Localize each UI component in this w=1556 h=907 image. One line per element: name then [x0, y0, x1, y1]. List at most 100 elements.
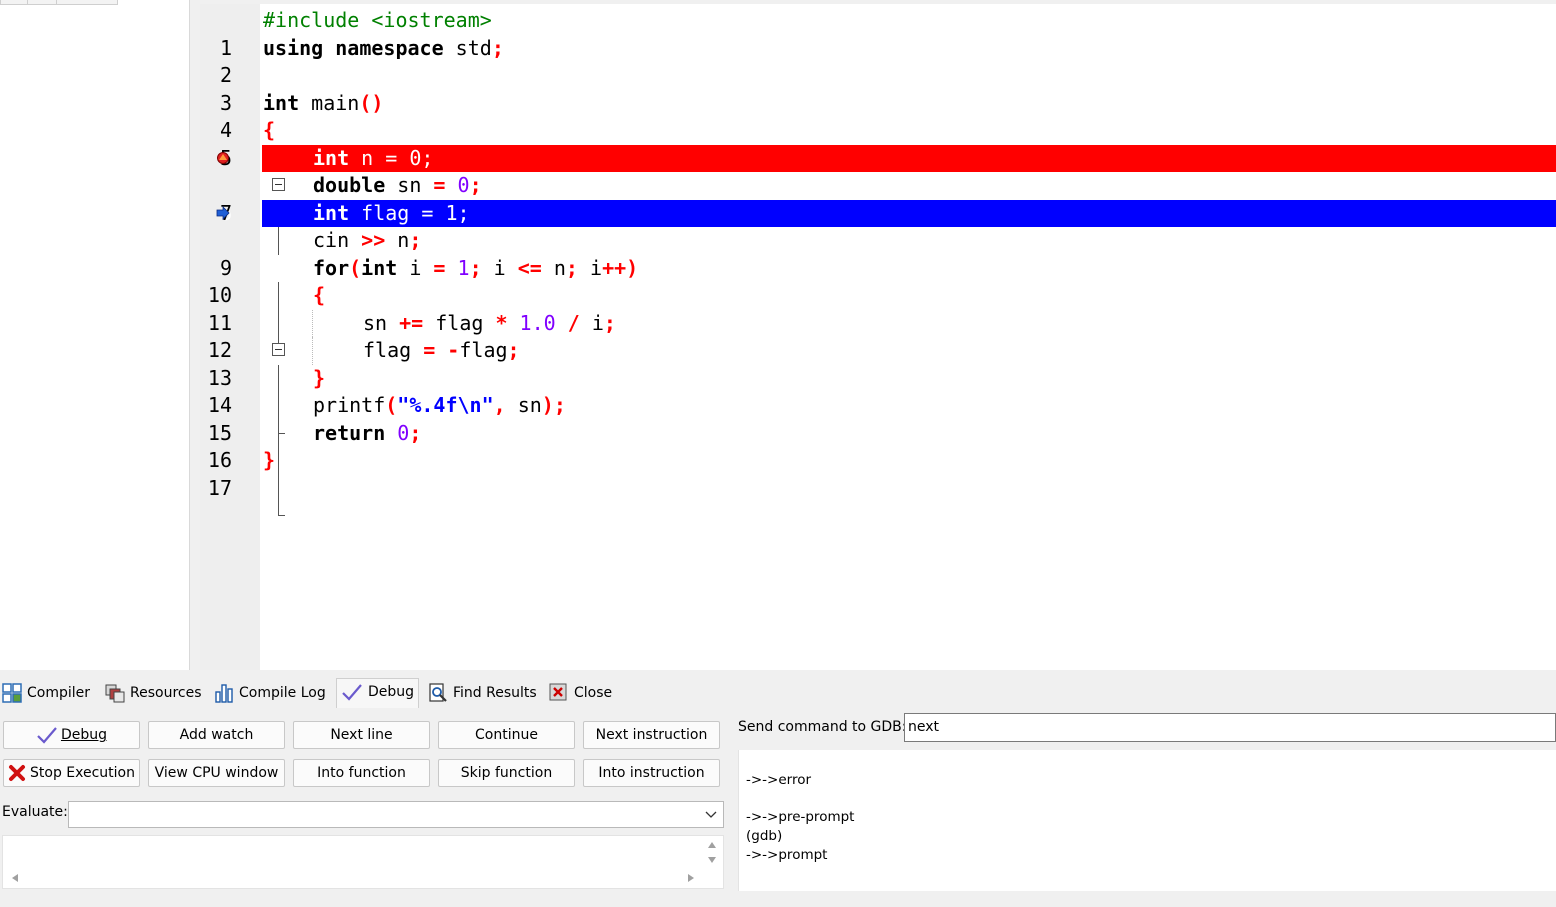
skip-function-button[interactable]: Skip function [438, 759, 575, 787]
operator: ++ [602, 255, 627, 280]
code-line-11[interactable]: 11 { [200, 282, 1556, 356]
code-line-15[interactable]: 15 printf("%.4f\n", sn); [200, 392, 1556, 475]
tab-compile-log[interactable]: Compile Log [214, 680, 326, 706]
line-code: double sn = 0; [313, 172, 482, 200]
checkmark-icon [342, 684, 362, 701]
tab-close[interactable]: Close [549, 680, 612, 706]
status-bar [0, 891, 1556, 907]
operator: * [495, 310, 508, 335]
code-line-14[interactable]: 14 } [200, 365, 1556, 447]
left-tab-1[interactable] [0, 0, 28, 5]
number: 0 [385, 420, 410, 445]
tab-label: Resources [130, 685, 202, 701]
button-label: Into function [317, 765, 406, 781]
code-line-1[interactable]: 1 #include <iostream> [200, 7, 1556, 60]
stop-execution-button[interactable]: Stop Execution [3, 759, 140, 787]
button-label: Stop Execution [30, 765, 135, 781]
evaluate-label: Evaluate: [2, 804, 68, 820]
tab-label: Compile Log [239, 685, 326, 701]
indent-guide [312, 309, 313, 337]
keyword: int [313, 145, 350, 170]
debug-button[interactable]: Debug [3, 721, 140, 749]
code-line-6-breakpoint[interactable]: 6 int n = 0; [200, 144, 1556, 255]
symbol: ; [507, 338, 520, 362]
scroll-left-icon[interactable] [11, 873, 19, 883]
symbol: ; [409, 228, 422, 252]
scroll-down-icon[interactable] [707, 856, 717, 864]
line-code: flag = -flag; [363, 337, 520, 365]
add-watch-button[interactable]: Add watch [148, 721, 285, 749]
button-label: Next instruction [595, 727, 708, 743]
splitter[interactable] [190, 0, 200, 670]
code-editor[interactable]: 1 #include <iostream> 2 using namespace … [200, 4, 1556, 670]
keyword: using [263, 35, 324, 60]
into-instruction-button[interactable]: Into instruction [583, 759, 720, 787]
left-panel-tabstrip [0, 0, 189, 5]
evaluate-output[interactable] [2, 835, 724, 889]
keyword: int [361, 255, 398, 280]
keyword: for [313, 255, 350, 280]
scroll-up-icon[interactable] [707, 841, 717, 849]
code-line-7[interactable]: 7 double sn = 0; [200, 172, 1556, 255]
execution-arrow-icon [216, 205, 230, 220]
breakpoint-icon[interactable] [216, 151, 230, 165]
tab-find-results[interactable]: Find Results [428, 680, 537, 706]
code-line-17[interactable]: 17 } [200, 447, 1556, 516]
code-line-16[interactable]: 16 return 0; [200, 420, 1556, 502]
line-code: return 0; [313, 420, 421, 448]
symbol: ); [541, 393, 566, 417]
button-label: Next line [330, 727, 393, 743]
code-line-8-current[interactable]: 8 int flag = 1; [200, 199, 1556, 310]
button-label: Continue [475, 727, 538, 743]
evaluate-combobox[interactable] [68, 801, 724, 828]
operator: / [567, 310, 580, 335]
identifier: sn [505, 393, 542, 417]
preprocessor-directive: #include <iostream> [263, 8, 492, 32]
tab-resources[interactable]: Resources [105, 680, 202, 706]
line-code: { [263, 117, 275, 145]
code-line-3[interactable]: 3 [200, 62, 1556, 115]
scroll-right-icon[interactable] [687, 873, 695, 883]
line-code: for(int i = 1; i <= n; i++) [313, 255, 638, 283]
project-browser-panel [0, 0, 190, 670]
symbol: ; [469, 255, 482, 280]
fold-guide [235, 502, 285, 530]
line-number: 17 [207, 475, 232, 500]
left-tab-3[interactable] [56, 0, 118, 5]
left-tab-2[interactable] [27, 0, 57, 5]
code-line-10[interactable]: 10 for(int i = 1; i <= n; i++) [200, 255, 1556, 337]
symbol: ; [469, 173, 482, 197]
find-icon [429, 683, 447, 702]
next-line-button[interactable]: Next line [293, 721, 430, 749]
gdb-output-console[interactable]: ->->error ->->pre-prompt (gdb) ->->promp… [738, 750, 1556, 891]
code-line-12[interactable]: 12 sn += flag * 1.0 / i; [200, 309, 1556, 392]
number: 1.0 [507, 310, 568, 335]
code-line-5[interactable]: 5 { [200, 117, 1556, 191]
tab-compiler[interactable]: Compiler [2, 680, 90, 706]
identifier: sn [363, 310, 400, 335]
next-instruction-button[interactable]: Next instruction [583, 721, 720, 749]
code-line-2[interactable]: 2 using namespace std; [200, 35, 1556, 88]
tab-debug[interactable]: Debug [336, 678, 420, 708]
chevron-down-icon[interactable] [705, 811, 717, 819]
checkmark-icon [37, 727, 57, 744]
tab-label: Find Results [453, 685, 537, 701]
button-label: Skip function [460, 765, 553, 781]
view-cpu-window-button[interactable]: View CPU window [148, 759, 285, 787]
continue-button[interactable]: Continue [438, 721, 575, 749]
code-line-13[interactable]: 13 flag = -flag; [200, 337, 1556, 420]
gdb-command-input[interactable]: next [904, 713, 1556, 742]
button-label: View CPU window [154, 765, 279, 781]
operator: += [399, 310, 424, 335]
operator: >> [361, 228, 386, 252]
identifier: main [299, 90, 360, 115]
symbol: } [313, 365, 326, 390]
code-line-9[interactable]: 9 cin >> n; [200, 227, 1556, 310]
symbol: ; [565, 255, 578, 280]
identifier: i [577, 255, 603, 280]
code-line-4[interactable]: 4 int main() [200, 90, 1556, 143]
tab-label: Debug [368, 684, 415, 700]
into-function-button[interactable]: Into function [293, 759, 430, 787]
line-code: #include <iostream> [263, 7, 492, 35]
identifier: sn [385, 173, 434, 197]
